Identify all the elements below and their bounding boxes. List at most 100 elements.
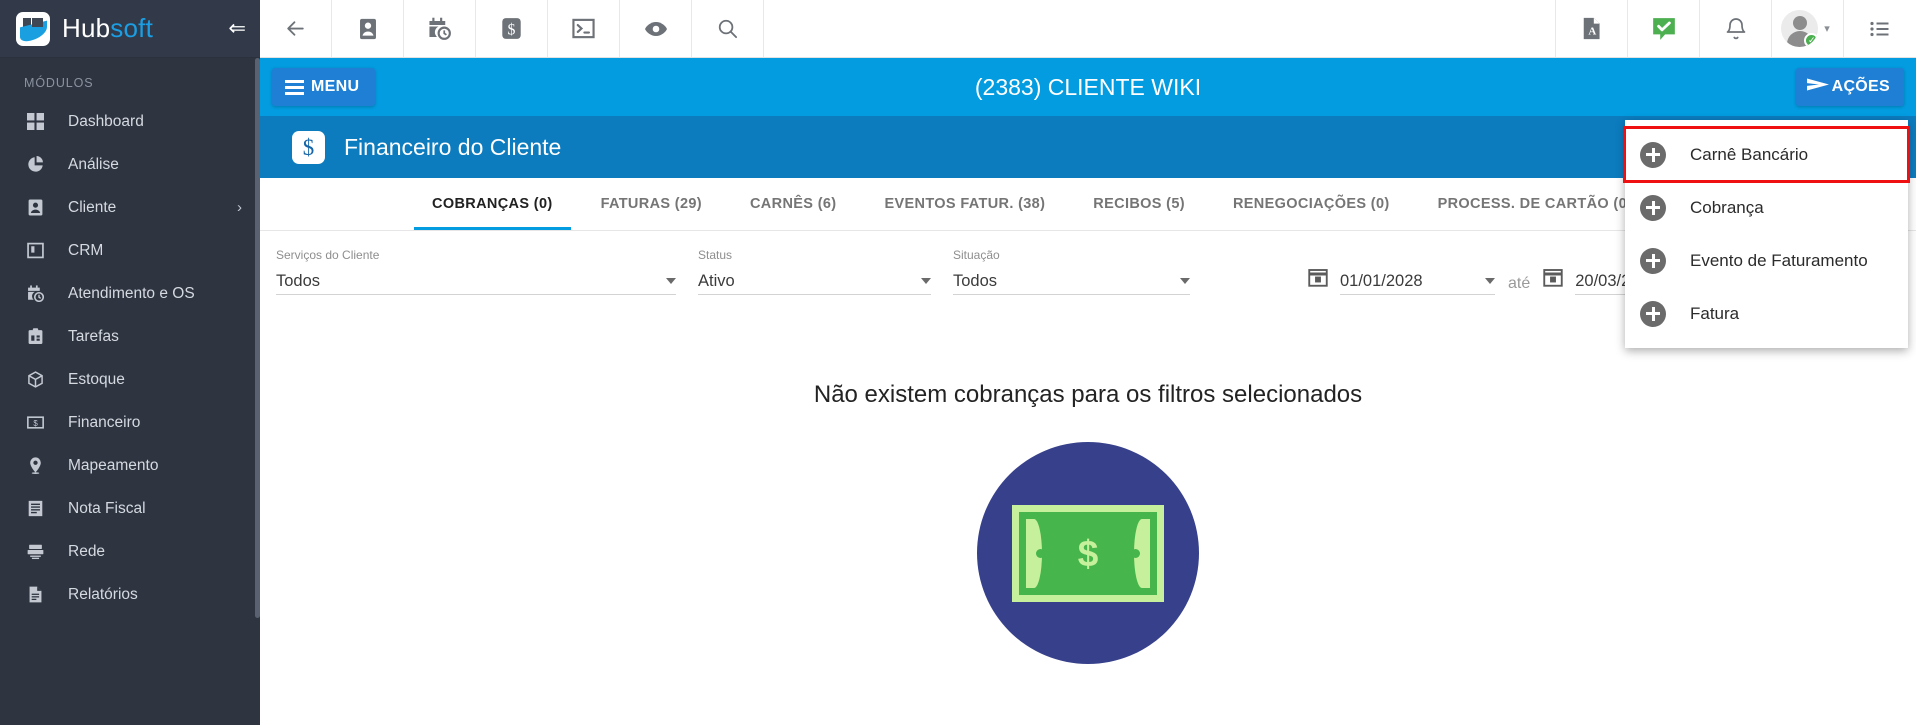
online-status-badge: ✓ <box>1804 33 1819 47</box>
calendar-icon[interactable] <box>1543 267 1563 292</box>
sidebar-item-tarefas[interactable]: Tarefas <box>0 315 260 358</box>
chevron-down-icon[interactable] <box>666 278 676 284</box>
menu-item-fatura[interactable]: Fatura <box>1625 287 1908 340</box>
date-from-input[interactable]: 01/01/2028 <box>1340 268 1495 295</box>
acoes-button[interactable]: AÇÕES <box>1795 68 1904 106</box>
tab-recibos[interactable]: RECIBOS (5) <box>1069 178 1209 230</box>
brand-hub-text: Hub <box>62 13 111 43</box>
calendar-icon[interactable] <box>1308 267 1328 292</box>
coin-glyph: $ <box>1077 532 1099 574</box>
chevron-down-icon[interactable] <box>1180 278 1190 284</box>
select-control[interactable]: Todos <box>953 268 1190 295</box>
client-header-bar: MENU (2383) CLIENTE WIKI AÇÕES <box>260 58 1916 116</box>
select-control[interactable]: Todos <box>276 268 676 295</box>
brand-soft-text: soft <box>110 13 154 43</box>
sidebar-item-label: Dashboard <box>68 112 144 130</box>
tab-cobrancas[interactable]: COBRANÇAS (0) <box>408 178 577 230</box>
select-control[interactable]: Ativo <box>698 268 931 295</box>
pdf-file-icon[interactable]: A <box>1556 0 1628 57</box>
sidebar-item-crm[interactable]: CRM <box>0 229 260 272</box>
sidebar-item-financeiro[interactable]: $ Financeiro <box>0 401 260 444</box>
bell-notification-icon[interactable] <box>1700 0 1772 57</box>
menu-item-cobranca[interactable]: Cobrança <box>1625 181 1908 234</box>
tab-eventos-fatur[interactable]: EVENTOS FATUR. (38) <box>860 178 1069 230</box>
tab-label: CARNÊS (6) <box>749 196 837 212</box>
chevron-down-icon[interactable] <box>1485 278 1495 284</box>
sidebar-item-cliente[interactable]: Cliente › <box>0 186 260 229</box>
green-check-badge-icon[interactable] <box>1628 0 1700 57</box>
sidebar-item-label: Estoque <box>68 370 125 388</box>
tab-label: RECIBOS (5) <box>1093 196 1185 212</box>
clipboard-task-icon <box>24 327 46 347</box>
servicos-do-cliente-filter[interactable]: Serviços do Cliente Todos <box>276 248 676 295</box>
field-value: Ativo <box>698 271 735 290</box>
sidebar-brand-bar: Hubsoft ⇐ <box>0 0 260 58</box>
contact-card-icon[interactable] <box>332 0 404 57</box>
tab-carnes[interactable]: CARNÊS (6) <box>726 178 860 230</box>
top-toolbar: $ A ✓ ▾ <box>260 0 1916 58</box>
sidebar-item-label: Rede <box>68 542 106 560</box>
plus-circle-icon <box>1640 141 1666 168</box>
situacao-filter[interactable]: Situação Todos <box>953 248 1190 295</box>
brand-wordmark: Hubsoft <box>62 13 153 44</box>
eye-view-icon[interactable] <box>620 0 692 57</box>
field-value: Todos <box>953 271 998 290</box>
tab-process-de-cartao[interactable]: PROCESS. DE CARTÃO (0) <box>1414 178 1657 230</box>
tab-label: EVENTOS FATUR. (38) <box>884 196 1046 212</box>
bill-outer: $ <box>1012 504 1164 602</box>
hamburger-icon <box>285 79 304 95</box>
menu-item-evento-de-faturamento[interactable]: Evento de Faturamento <box>1625 234 1908 287</box>
sidebar-item-label: Financeiro <box>68 413 141 431</box>
menu-button[interactable]: MENU <box>272 68 376 106</box>
page-title: Financeiro do Cliente <box>344 133 562 160</box>
tab-label: FATURAS (29) <box>600 196 702 212</box>
date-separator-label: até <box>1508 275 1531 292</box>
sidebar-item-label: Relatórios <box>68 585 138 603</box>
chevron-down-icon[interactable] <box>921 278 931 284</box>
report-file-icon <box>24 585 46 605</box>
sidebar-item-label: CRM <box>68 241 104 259</box>
bill-inner: $ <box>1019 511 1157 595</box>
menu-item-carne-bancario[interactable]: Carnê Bancário <box>1623 126 1910 183</box>
plus-circle-icon <box>1640 300 1666 327</box>
sidebar-item-label: Cliente <box>68 198 117 216</box>
list-menu-icon[interactable] <box>1844 0 1916 57</box>
dollar-glyph: $ <box>302 134 315 160</box>
sidebar-item-dashboard[interactable]: Dashboard <box>0 100 260 143</box>
sidebar-item-relatorios[interactable]: Relatórios <box>0 573 260 616</box>
sidebar-item-label: Análise <box>68 155 119 173</box>
kanban-board-icon <box>24 241 46 261</box>
chevron-down-icon[interactable]: ▾ <box>1824 22 1830 35</box>
pie-chart-icon <box>24 155 46 175</box>
sidebar-item-rede[interactable]: Rede <box>0 530 260 573</box>
sidebar-item-estoque[interactable]: Estoque <box>0 358 260 401</box>
sidebar-item-atendimento-e-os[interactable]: Atendimento e OS <box>0 272 260 315</box>
sidebar-item-nota-fiscal[interactable]: Nota Fiscal <box>0 487 260 530</box>
field-label: Serviços do Cliente <box>276 248 380 262</box>
money-bill-circle-illustration: $ <box>977 442 1199 664</box>
sidebar-item-analise[interactable]: Análise <box>0 143 260 186</box>
field-value: Todos <box>276 271 321 290</box>
calendar-clock-icon[interactable] <box>404 0 476 57</box>
money-bill-icon: $ <box>24 413 46 433</box>
sidebar-item-label: Atendimento e OS <box>68 284 195 302</box>
empty-state-message: Não existem cobranças para os filtros se… <box>813 381 1363 408</box>
chevron-right-icon: › <box>237 199 242 216</box>
dollar-badge-icon[interactable]: $ <box>476 0 548 57</box>
tab-renegociacoes[interactable]: RENEGOCIAÇÕES (0) <box>1209 178 1414 230</box>
sidebar-item-mapeamento[interactable]: Mapeamento <box>0 444 260 487</box>
date-from-value: 01/01/2028 <box>1340 271 1423 290</box>
tab-faturas[interactable]: FATURAS (29) <box>577 178 726 230</box>
tab-label: PROCESS. DE CARTÃO (0) <box>1437 196 1633 212</box>
user-avatar-icon[interactable]: ✓ ▾ <box>1772 0 1844 57</box>
search-icon[interactable] <box>692 0 764 57</box>
client-title: (2383) CLIENTE WIKI <box>974 73 1202 100</box>
back-arrow-icon[interactable] <box>260 0 332 57</box>
svg-text:$: $ <box>508 21 516 38</box>
sidebar-section-label: MÓDULOS <box>24 76 94 90</box>
collapse-left-icon[interactable]: ⇐ <box>228 18 246 39</box>
terminal-console-icon[interactable] <box>548 0 620 57</box>
calendar-clock-icon <box>24 284 46 304</box>
status-filter[interactable]: Status Ativo <box>698 248 931 295</box>
toolbar-right-group: A ✓ ▾ <box>1556 0 1916 57</box>
